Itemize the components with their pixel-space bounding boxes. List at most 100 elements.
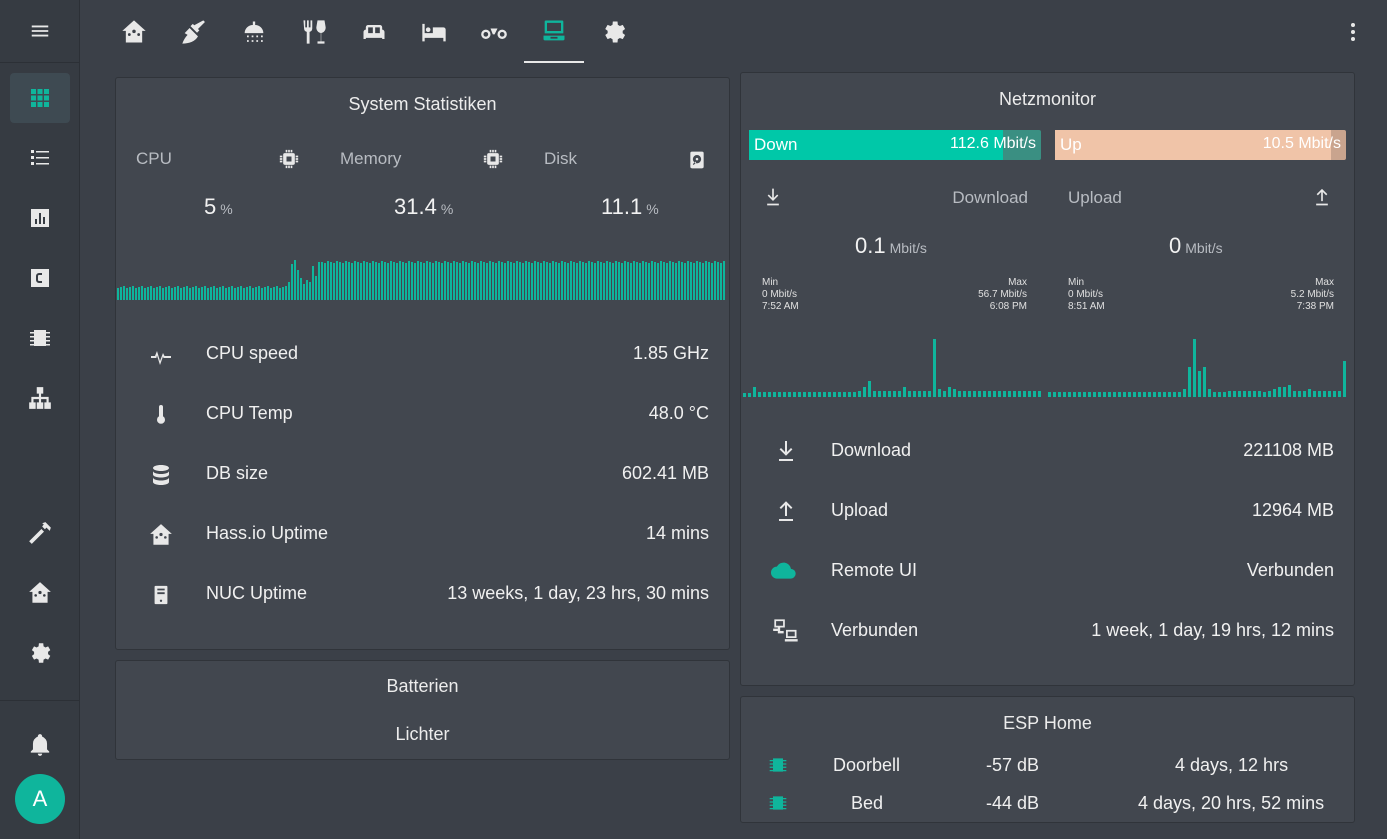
graph-bar: [489, 261, 491, 300]
graph-bar: [432, 263, 434, 300]
graph-bar: [237, 287, 239, 300]
sidebar-item-network[interactable]: [10, 373, 70, 423]
graph-bar: [381, 261, 383, 300]
graph-bar: [678, 261, 680, 300]
overflow-menu-button[interactable]: [1339, 18, 1367, 46]
sidebar-item-hassio[interactable]: [10, 568, 70, 618]
graph-bar: [522, 263, 524, 300]
tab-bathroom[interactable]: [224, 0, 284, 63]
graph-bar: [978, 391, 981, 397]
graph-bar: [624, 261, 626, 300]
row-label: Upload: [831, 500, 889, 520]
upload-rate: 0 Mbit/s: [1169, 233, 1223, 258]
graph-bar: [249, 286, 251, 300]
graph-bar: [918, 391, 921, 397]
graph-bar: [309, 282, 311, 300]
sidebar-item-history[interactable]: [10, 193, 70, 243]
graph-bar: [192, 287, 194, 300]
graph-bar: [198, 288, 200, 300]
sidebar-item-logbook[interactable]: [10, 133, 70, 183]
graph-bar: [1208, 389, 1211, 397]
graph-bar: [883, 391, 886, 397]
graph-bar: [743, 393, 746, 397]
graph-bar: [492, 262, 494, 300]
tab-system[interactable]: [524, 0, 584, 63]
graph-bar: [588, 261, 590, 300]
graph-bar: [153, 288, 155, 300]
graph-bar: [294, 260, 296, 300]
graph-bar: [1333, 391, 1336, 397]
graph-bar: [858, 391, 861, 397]
graph-bar: [543, 261, 545, 300]
sidebar-item-esphome[interactable]: [10, 313, 70, 363]
graph-bar: [600, 262, 602, 300]
sidebar-item-dev-tools[interactable]: [10, 508, 70, 558]
graph-bar: [968, 391, 971, 397]
memory-label: Memory: [340, 149, 402, 168]
graph-bar: [120, 287, 122, 300]
view-tabs-bar: [80, 0, 1387, 63]
graph-bar: [222, 286, 224, 300]
broom-icon: [182, 19, 205, 44]
graph-bar: [540, 263, 542, 300]
row-icon: [772, 617, 800, 645]
graph-bar: [255, 287, 257, 300]
tab-home[interactable]: [104, 0, 164, 63]
graph-bar: [823, 392, 826, 397]
sidebar-item-settings[interactable]: [10, 628, 70, 678]
chip-icon: [483, 149, 503, 169]
graph-bar: [243, 288, 245, 300]
graph-bar: [1158, 392, 1161, 397]
graph-bar: [465, 262, 467, 300]
graph-bar: [174, 287, 176, 300]
graph-bar: [606, 261, 608, 300]
tab-living[interactable]: [344, 0, 404, 63]
database-icon: [153, 465, 169, 485]
sidebar-item-overview[interactable]: [10, 73, 70, 123]
graph-bar: [549, 263, 551, 300]
cpu-label: CPU: [136, 149, 172, 168]
graph-bar: [357, 262, 359, 300]
tab-kitchen[interactable]: [284, 0, 344, 63]
sidebar-item-notifications[interactable]: [10, 720, 70, 770]
graph-bar: [417, 261, 419, 300]
upload-max: Max 5.2 Mbit/s 7:38 PM: [1290, 277, 1334, 312]
row-icon: [147, 581, 175, 609]
graph-bar: [1038, 391, 1041, 397]
graph-bar: [1253, 391, 1256, 397]
download-icon: [779, 441, 793, 461]
graph-bar: [651, 261, 653, 300]
sidebar-item-c[interactable]: [10, 253, 70, 303]
tab-settings[interactable]: [584, 0, 644, 63]
card-title: System Statistiken: [348, 94, 497, 114]
chip-icon: [279, 149, 299, 169]
tab-bike[interactable]: [464, 0, 524, 63]
graph-bar: [516, 261, 518, 300]
graph-bar: [438, 262, 440, 300]
card-title: Netzmonitor: [998, 89, 1097, 109]
graph-bar: [648, 263, 650, 300]
thermometer-icon: [157, 405, 165, 424]
graph-bar: [1013, 391, 1016, 397]
graph-bar: [480, 261, 482, 300]
lichter-subtitle[interactable]: Lichter: [116, 724, 729, 745]
graph-bar: [531, 263, 533, 300]
tab-cleaning[interactable]: [164, 0, 224, 63]
server-icon: [154, 585, 168, 605]
graph-bar: [913, 391, 916, 397]
graph-bar: [336, 261, 338, 300]
down-bar: Down 112.6 Mbit/s: [749, 130, 1041, 160]
gear-icon: [31, 643, 51, 663]
menu-button[interactable]: [0, 0, 79, 63]
graph-bar: [681, 262, 683, 300]
graph-bar: [582, 262, 584, 300]
avatar[interactable]: A: [15, 774, 65, 824]
graph-bar: [928, 391, 931, 397]
row-value: 602.41 MB: [621, 463, 709, 483]
up-bar-value: 10.5 Mbit/s: [1262, 135, 1341, 152]
row-label: CPU Temp: [206, 403, 293, 423]
graph-bar: [573, 262, 575, 300]
tab-bedroom[interactable]: [404, 0, 464, 63]
graph-bar: [348, 262, 350, 300]
graph-bar: [1198, 371, 1201, 397]
